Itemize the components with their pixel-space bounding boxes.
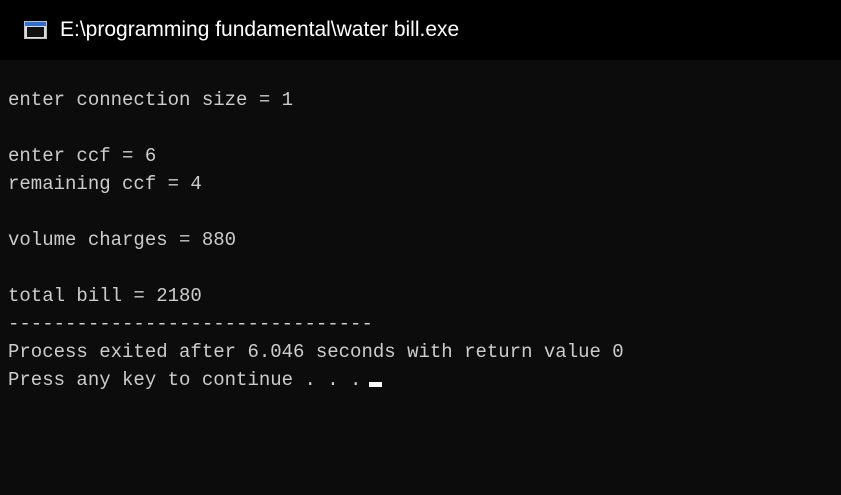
- console-output[interactable]: enter connection size = 1 enter ccf = 6 …: [8, 86, 833, 394]
- title-bar[interactable]: E:\programming fundamental\water bill.ex…: [0, 0, 841, 60]
- window-title: E:\programming fundamental\water bill.ex…: [60, 18, 460, 41]
- console-line-press-any-key: Press any key to continue . . .: [8, 366, 833, 394]
- blinking-cursor: [369, 382, 383, 387]
- app-icon-title-strip: [25, 22, 46, 26]
- console-line-process-exited: Process exited after 6.046 seconds with …: [8, 341, 624, 363]
- console-app-icon[interactable]: [24, 21, 47, 39]
- console-line-total-bill: total bill = 2180: [8, 285, 202, 307]
- console-separator: --------------------------------: [8, 313, 373, 335]
- press-any-key-text: Press any key to continue . . .: [8, 369, 362, 391]
- console-line-connection-size: enter connection size = 1: [8, 89, 294, 111]
- app-icon-screen: [27, 27, 44, 37]
- console-window[interactable]: E:\programming fundamental\water bill.ex…: [0, 0, 841, 495]
- console-line-ccf: enter ccf = 6: [8, 145, 157, 167]
- console-line-volume-charges: volume charges = 880: [8, 229, 237, 251]
- console-line-remaining-ccf: remaining ccf = 4: [8, 173, 202, 195]
